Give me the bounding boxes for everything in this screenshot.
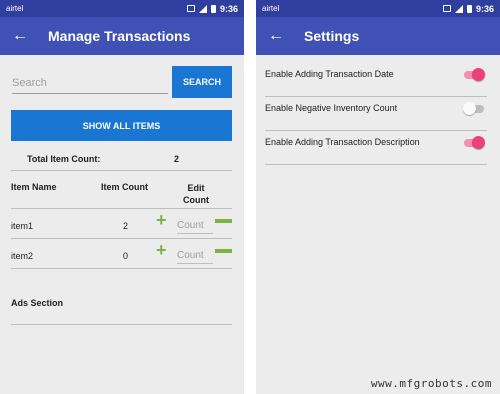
plus-icon[interactable]: + (156, 211, 167, 229)
total-count-label: Total Item Count: (27, 154, 101, 164)
item-name: item1 (11, 221, 34, 231)
signal-icon (198, 4, 207, 13)
item-count: 0 (123, 251, 129, 261)
watermark: www.mfgrobots.com (370, 377, 492, 390)
header-edit-line2: Count (183, 195, 209, 205)
page-title: Manage Transactions (48, 28, 191, 44)
carrier-label: airtel (6, 4, 24, 13)
toggle-switch[interactable] (463, 136, 485, 150)
nfc-icon (442, 5, 451, 12)
search-button[interactable]: SEARCH (172, 66, 232, 98)
plus-icon[interactable]: + (156, 241, 167, 259)
status-bar: airtel 9:36 (0, 0, 244, 17)
carrier-label: airtel (262, 4, 280, 13)
toggle-switch[interactable] (463, 102, 485, 116)
settings-screen: airtel 9:36 ← Settings Enable Adding Tra… (256, 0, 500, 394)
toggle-switch[interactable] (463, 68, 485, 82)
item-name: item2 (11, 251, 34, 261)
page-title: Settings (304, 28, 360, 44)
toggle-thumb (463, 102, 476, 115)
search-input[interactable] (12, 72, 168, 94)
setting-label: Enable Adding Transaction Date (265, 69, 394, 79)
setting-transaction-description[interactable]: Enable Adding Transaction Description (265, 131, 487, 165)
manage-transactions-screen: airtel 9:36 ← Manage Transactions SEARCH… (0, 0, 244, 394)
status-icons: 9:36 (186, 3, 238, 14)
header-item-count: Item Count (101, 182, 148, 192)
edit-count-input[interactable] (177, 218, 213, 234)
nfc-icon (186, 5, 195, 12)
ads-section-label: Ads Section (11, 298, 64, 308)
header-item-name: Item Name (11, 182, 57, 192)
status-bar: airtel 9:36 (256, 0, 500, 17)
signal-icon (454, 4, 463, 13)
edit-count-input[interactable] (177, 248, 213, 264)
item-count: 2 (123, 221, 129, 231)
setting-label: Enable Negative Inventory Count (265, 103, 398, 113)
battery-icon (210, 4, 216, 13)
table-row: item2 0 + (11, 239, 232, 269)
back-arrow-icon[interactable]: ← (12, 27, 36, 45)
total-count-row: Total Item Count: 2 (11, 151, 232, 171)
divider (11, 324, 232, 325)
status-icons: 9:36 (442, 3, 494, 14)
toggle-thumb (472, 136, 485, 149)
setting-negative-inventory[interactable]: Enable Negative Inventory Count (265, 97, 487, 131)
screenshot-canvas: airtel 9:36 ← Manage Transactions SEARCH… (0, 0, 500, 394)
total-count-value: 2 (174, 154, 180, 164)
table-header: Item Name Item Count Edit Count (11, 179, 232, 209)
setting-label: Enable Adding Transaction Description (265, 137, 420, 147)
app-bar: ← Manage Transactions (0, 17, 244, 55)
header-edit-count: Edit Count (181, 182, 211, 206)
minus-icon[interactable] (215, 219, 232, 223)
clock: 9:36 (219, 3, 238, 14)
header-edit-line1: Edit (187, 183, 205, 193)
search-row: SEARCH (12, 66, 232, 98)
back-arrow-icon[interactable]: ← (268, 27, 292, 45)
setting-transaction-date[interactable]: Enable Adding Transaction Date (265, 63, 487, 97)
toggle-thumb (472, 68, 485, 81)
app-bar: ← Settings (256, 17, 500, 55)
minus-icon[interactable] (215, 249, 232, 253)
battery-icon (466, 4, 472, 13)
clock: 9:36 (475, 3, 494, 14)
table-row: item1 2 + (11, 209, 232, 239)
show-all-items-button[interactable]: SHOW ALL ITEMS (11, 110, 232, 141)
